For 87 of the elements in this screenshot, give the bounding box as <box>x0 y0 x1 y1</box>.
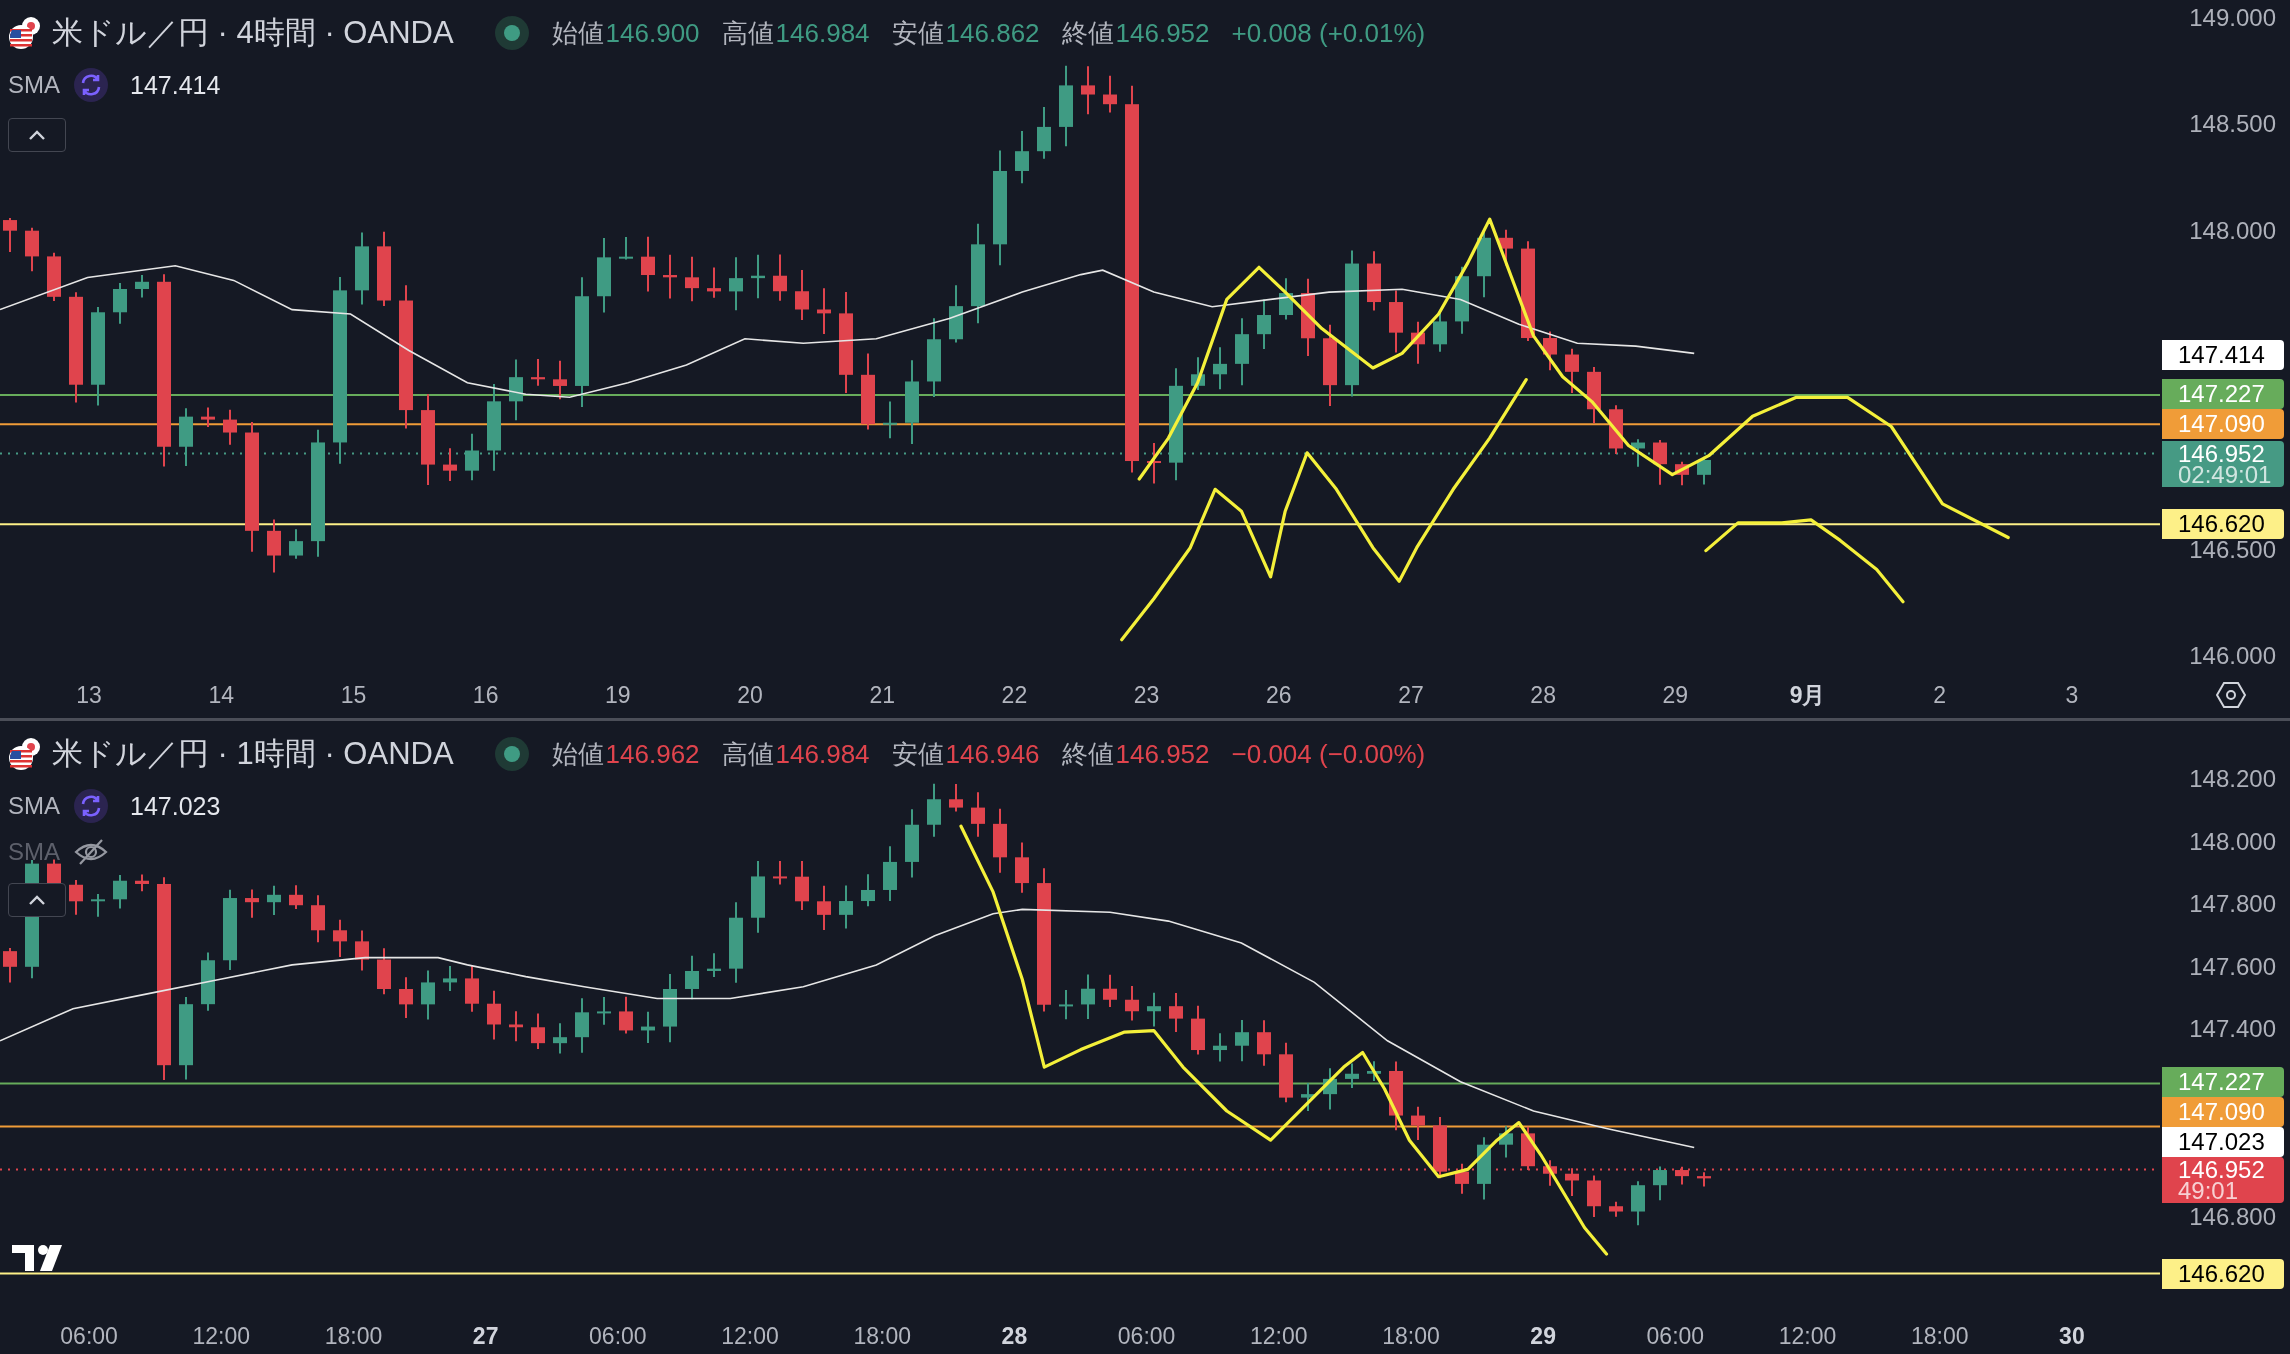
time-label: 18:00 <box>1909 1323 1970 1350</box>
time-label: 2 <box>1932 681 1948 709</box>
price-label-text: 147.023 <box>2178 1128 2266 1155</box>
ohlc-value: 146.900 <box>605 17 700 49</box>
price-tick: 146.000 <box>2189 642 2276 671</box>
price-tick: 146.800 <box>2189 1203 2276 1232</box>
price-tick: 147.400 <box>2189 1015 2276 1044</box>
time-label: 28 <box>1529 681 1557 709</box>
countdown-text: 02:49:01 <box>2178 463 2273 485</box>
time-label: 21 <box>868 681 896 709</box>
chevron-up-icon <box>27 129 47 141</box>
time-label: 20 <box>736 681 764 709</box>
time-label: 14 <box>207 681 236 709</box>
symbol-title: 米ドル／円 · 1時間 · OANDA <box>52 735 454 773</box>
time-label: 16 <box>471 681 500 709</box>
time-label: 28 <box>1000 1323 1029 1350</box>
collapse-button[interactable] <box>8 883 66 917</box>
ohlc-value: 146.952 <box>1115 738 1210 770</box>
time-label: 23 <box>1132 681 1161 709</box>
indicator-name: SMA <box>8 838 60 866</box>
indicator-value: 147.023 <box>130 791 221 821</box>
time-label: 18:00 <box>1381 1323 1441 1350</box>
price-label-text: 147.090 <box>2178 1098 2266 1125</box>
price-label-text: 147.090 <box>2178 411 2266 438</box>
time-label: 12:00 <box>1249 1323 1309 1350</box>
price-tick: 148.200 <box>2189 765 2276 793</box>
ohlc-label: 終値 <box>1061 16 1114 50</box>
price-label-text: 147.414 <box>2178 342 2266 369</box>
indicator-value: 147.414 <box>130 70 221 100</box>
collapse-button[interactable] <box>8 118 66 152</box>
ohlc-value: 146.962 <box>605 738 700 770</box>
ohlc-label: 終値 <box>1061 737 1114 771</box>
price-tick: 147.800 <box>2189 890 2276 919</box>
price-label-text: 146.952 <box>2178 442 2265 464</box>
ohlc-label: 高値 <box>721 737 774 771</box>
ohlc-value: 146.862 <box>945 17 1040 49</box>
time-label: 06:00 <box>588 1323 648 1350</box>
price-label-text: 147.227 <box>2178 1068 2266 1095</box>
time-label: 06:00 <box>1645 1323 1706 1350</box>
time-label: 19 <box>604 681 632 709</box>
time-label: 18:00 <box>323 1323 384 1350</box>
time-label: 18:00 <box>852 1323 912 1350</box>
time-label: 29 <box>1529 1323 1557 1350</box>
price-tick: 148.500 <box>2189 110 2276 139</box>
symbol-title: 米ドル／円 · 4時間 · OANDA <box>52 14 454 52</box>
time-label: 13 <box>75 681 103 709</box>
time-label: 12:00 <box>191 1323 252 1350</box>
time-label: 9月 <box>1788 680 1827 710</box>
ohlc-label: 安値 <box>891 737 944 771</box>
flag-icon <box>8 737 42 771</box>
chevron-up-icon <box>27 894 47 906</box>
price-tick: 149.000 <box>2189 4 2276 32</box>
time-label: 06:00 <box>59 1323 119 1350</box>
flag-icon <box>8 16 42 50</box>
price-label-text: 146.620 <box>2178 511 2266 538</box>
ohlc-value: 146.952 <box>1115 17 1210 49</box>
time-label: 12:00 <box>720 1323 780 1350</box>
price-tick: 147.600 <box>2189 952 2276 981</box>
price-tick: 146.500 <box>2189 535 2276 564</box>
time-label: 26 <box>1265 681 1293 709</box>
time-label: 15 <box>339 681 368 709</box>
ohlc-value: 146.946 <box>945 738 1040 770</box>
time-label: 06:00 <box>1116 1323 1177 1350</box>
ohlc-label: 始値 <box>551 16 604 50</box>
price-change: −0.004 (−0.00%) <box>1231 738 1426 770</box>
price-tick: 148.000 <box>2189 216 2276 245</box>
price-change: +0.008 (+0.01%) <box>1231 17 1426 49</box>
time-label: 3 <box>2064 681 2080 709</box>
price-tick: 148.000 <box>2189 827 2276 856</box>
time-label: 27 <box>1397 681 1425 709</box>
time-label: 29 <box>1661 681 1690 709</box>
countdown-text: 49:01 <box>2178 1179 2239 1201</box>
indicator-name: SMA <box>8 71 60 99</box>
ohlc-value: 146.984 <box>775 17 870 49</box>
settings-icon[interactable] <box>2216 681 2246 709</box>
time-label: 12:00 <box>1777 1323 1838 1350</box>
indicator-name: SMA <box>8 792 60 820</box>
ohlc-value: 146.984 <box>775 738 870 770</box>
ohlc-label: 始値 <box>551 737 604 771</box>
price-label-text: 146.620 <box>2178 1260 2266 1287</box>
ohlc-label: 安値 <box>891 16 944 50</box>
price-label-text: 147.227 <box>2178 381 2266 408</box>
time-label: 30 <box>2058 1323 2086 1350</box>
price-label-text: 146.952 <box>2178 1158 2266 1180</box>
time-label: 27 <box>471 1323 500 1350</box>
time-label: 22 <box>1000 681 1029 709</box>
ohlc-label: 高値 <box>721 16 774 50</box>
